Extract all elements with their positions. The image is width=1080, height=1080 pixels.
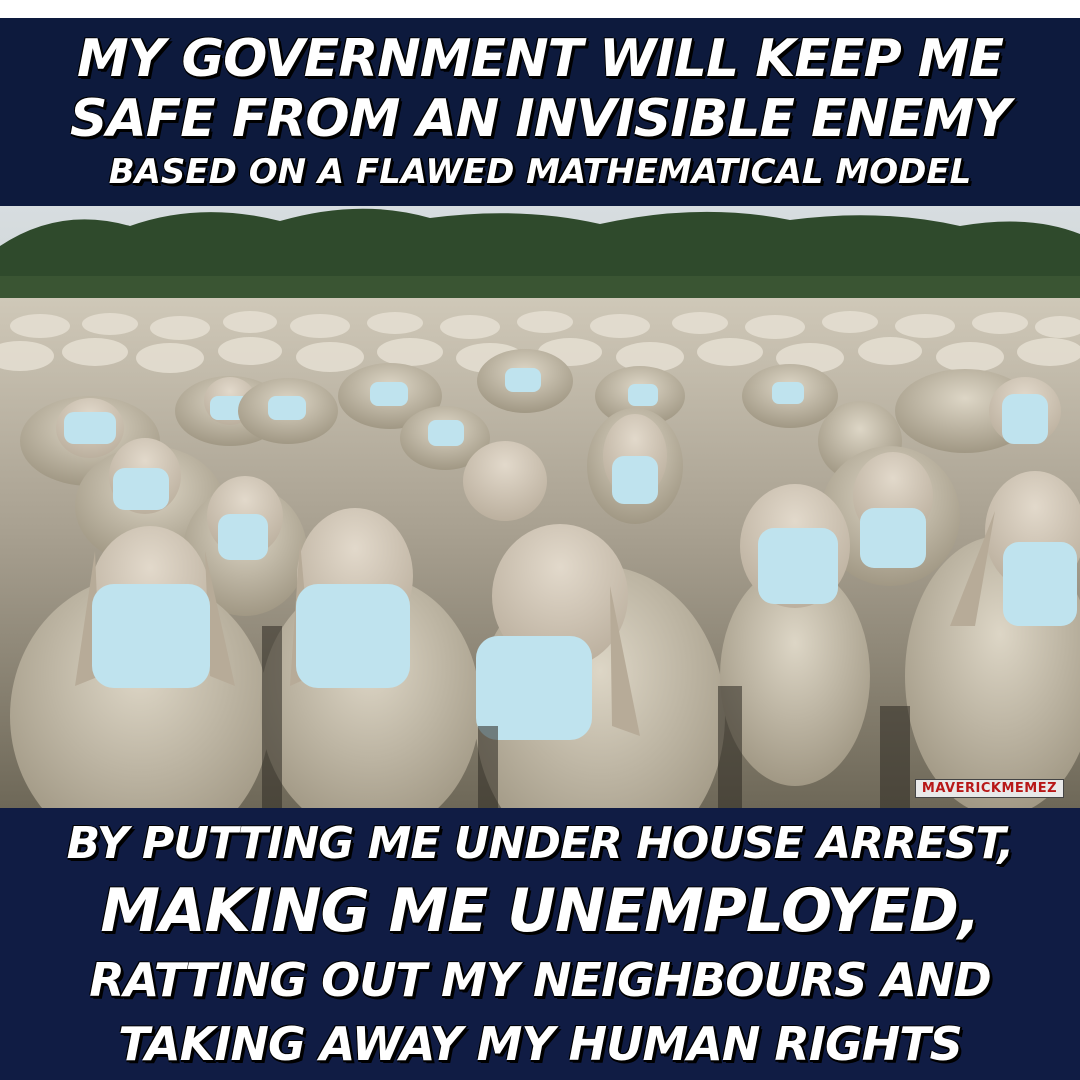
face-mask — [772, 382, 804, 404]
face-mask — [860, 508, 926, 568]
bottom-caption-line-2: MAKING ME UNEMPLOYED, — [100, 876, 980, 946]
bottom-caption-line-4: TAKING AWAY MY HUMAN RIGHTS — [118, 1017, 962, 1071]
face-mask — [612, 456, 658, 504]
bottom-caption-banner: BY PUTTING ME UNDER HOUSE ARREST, MAKING… — [0, 808, 1080, 1080]
face-mask — [476, 636, 592, 740]
face-mask — [628, 384, 658, 406]
watermark: MAVERICKMEMEZ — [914, 779, 1064, 798]
bottom-caption-line-1: BY PUTTING ME UNDER HOUSE ARREST, — [66, 818, 1015, 869]
face-mask — [370, 382, 408, 406]
face-mask — [92, 584, 210, 688]
meme-image: MY GOVERNMENT WILL KEEP ME SAFE FROM AN … — [0, 0, 1080, 1080]
face-mask — [1002, 394, 1048, 444]
face-mask — [296, 584, 410, 688]
face-mask — [64, 412, 116, 444]
top-caption-line-2: SAFE FROM AN INVISIBLE ENEMY — [70, 89, 1011, 149]
face-mask — [758, 528, 838, 604]
top-caption-line-3: BASED ON A FLAWED MATHEMATICAL MODEL — [108, 152, 972, 192]
sheep-flock-illustration — [0, 206, 1080, 808]
face-mask — [428, 420, 464, 446]
face-mask — [218, 514, 268, 560]
bottom-caption-line-3: RATTING OUT MY NEIGHBOURS AND — [89, 953, 991, 1007]
face-mask — [505, 368, 541, 392]
face-mask — [268, 396, 306, 420]
top-caption-banner: MY GOVERNMENT WILL KEEP ME SAFE FROM AN … — [0, 18, 1080, 206]
face-mask — [1003, 542, 1077, 626]
top-caption-line-1: MY GOVERNMENT WILL KEEP ME — [76, 29, 1004, 89]
face-mask — [113, 468, 169, 510]
masked-sheep-photo: MAVERICKMEMEZ — [0, 206, 1080, 808]
